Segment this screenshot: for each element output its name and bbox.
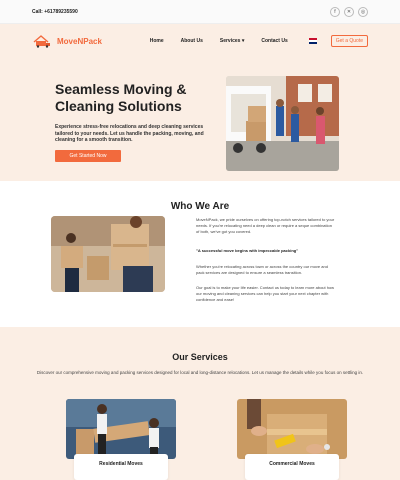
- commercial-moves-image: [237, 399, 347, 459]
- hero-image: [226, 76, 339, 171]
- about-paragraph-1: MoveNPack, we pride ourselves on offerin…: [196, 217, 335, 235]
- service-card-commercial[interactable]: Commercial Moves: [237, 399, 347, 480]
- residential-moves-label: Residential Moves: [74, 454, 168, 480]
- hero-section: Seamless Moving & Cleaning Solutions Exp…: [0, 58, 400, 181]
- nav-contact[interactable]: Contact Us: [261, 38, 287, 44]
- top-bar: Call: +61789235590 f ✕ ◎: [0, 0, 400, 24]
- about-image: [51, 216, 165, 292]
- instagram-icon[interactable]: ◎: [358, 6, 368, 17]
- get-started-button[interactable]: Get Started Now: [55, 150, 121, 162]
- services-subtitle: Discover our comprehensive moving and pa…: [36, 370, 364, 375]
- facebook-icon[interactable]: f: [330, 6, 340, 17]
- flag-icon[interactable]: [308, 38, 317, 44]
- x-icon[interactable]: ✕: [344, 6, 354, 17]
- services-title: Our Services: [172, 352, 228, 362]
- social-links: f ✕ ◎: [330, 6, 368, 17]
- get-quote-button[interactable]: Get a Quote: [330, 35, 368, 47]
- truck-house-icon: [33, 35, 50, 48]
- residential-moves-image: [66, 399, 176, 459]
- about-quote: "A successful move begins with impeccabl…: [196, 248, 299, 253]
- hero-title: Seamless Moving & Cleaning Solutions: [55, 81, 187, 114]
- site-header: MoveNPack Home About Us Services ▾ Conta…: [0, 24, 400, 58]
- about-paragraph-2: Whether you're relocating across town or…: [196, 264, 328, 276]
- nav-about[interactable]: About Us: [181, 38, 203, 44]
- about-title: Who We Are: [170, 201, 230, 212]
- main-nav: Home About Us Services ▾ Contact Us: [150, 38, 317, 44]
- about-section: Who We Are MoveNPack, we pride ourselves…: [0, 181, 400, 327]
- brand-name: MoveNPack: [57, 36, 102, 46]
- about-paragraph-3: Our goal is to make your life easier. Co…: [196, 285, 335, 303]
- phone-number[interactable]: Call: +61789235590: [32, 9, 78, 15]
- logo[interactable]: MoveNPack: [32, 34, 102, 48]
- service-card-residential[interactable]: Residential Moves: [66, 399, 176, 480]
- nav-home[interactable]: Home: [150, 38, 164, 44]
- commercial-moves-label: Commercial Moves: [245, 454, 339, 480]
- nav-services[interactable]: Services ▾: [220, 38, 244, 44]
- services-section: Our Services Discover our comprehensive …: [0, 327, 400, 480]
- hero-subtitle: Experience stress-free relocations and d…: [55, 124, 204, 143]
